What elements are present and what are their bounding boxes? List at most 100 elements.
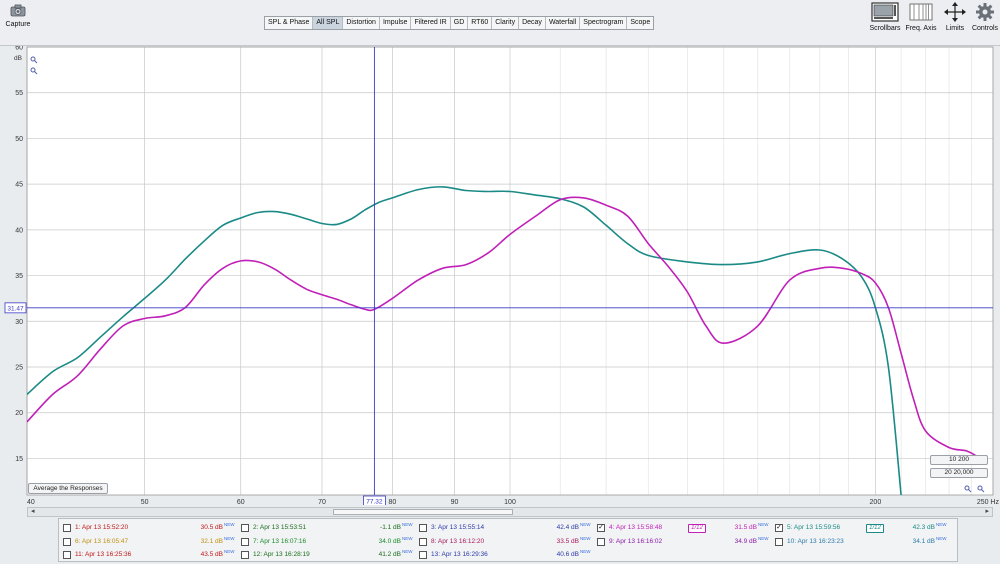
measurement-label[interactable]: 7: Apr 13 16:07:16 bbox=[253, 538, 306, 545]
x-tick-label: 200 bbox=[870, 499, 882, 505]
new-badge: NEW bbox=[580, 522, 591, 527]
new-badge: NEW bbox=[758, 522, 769, 527]
range-10-200-button[interactable]: 10 200 bbox=[930, 455, 988, 465]
tab-distortion[interactable]: Distortion bbox=[343, 17, 380, 29]
x-tick-label: 250 Hz bbox=[977, 499, 1000, 505]
measurement-label[interactable]: 6: Apr 13 16:05:47 bbox=[75, 538, 128, 545]
spl-graph[interactable]: 15 20 25 30 35 40 45 50 55 60 40 50 60 70 80 90 100 200 2… bbox=[0, 46, 1000, 505]
y-tick-label: 55 bbox=[15, 90, 23, 97]
new-badge: NEW bbox=[402, 536, 413, 541]
tab-gd[interactable]: GD bbox=[451, 17, 469, 29]
measurement-level: 41.2 dB bbox=[378, 551, 401, 558]
new-badge: NEW bbox=[936, 536, 947, 541]
measurement-checkbox[interactable] bbox=[63, 524, 71, 532]
scroll-left-arrow-icon[interactable]: ◂ bbox=[31, 507, 35, 515]
tab-filtered-ir[interactable]: Filtered IR bbox=[411, 17, 451, 29]
controls-button[interactable]: Controls bbox=[970, 2, 1000, 32]
measurement-checkbox[interactable] bbox=[241, 551, 249, 559]
tab-rt60[interactable]: RT60 bbox=[468, 17, 493, 29]
measurement-checkbox[interactable] bbox=[419, 551, 427, 559]
tab-all-spl[interactable]: All SPL bbox=[313, 17, 344, 29]
y-tick-label: 50 bbox=[15, 136, 23, 143]
capture-label: Capture bbox=[5, 21, 31, 28]
freq-axis-button[interactable]: Freq. Axis bbox=[902, 2, 940, 32]
measurement-checkbox[interactable]: ✓ bbox=[597, 524, 605, 532]
measurement-label[interactable]: 2: Apr 13 15:53:51 bbox=[253, 524, 306, 531]
tab-impulse[interactable]: Impulse bbox=[380, 17, 412, 29]
scroll-right-arrow-icon[interactable]: ▸ bbox=[985, 507, 989, 515]
scrollbars-button[interactable]: Scrollbars bbox=[866, 2, 904, 32]
measurement-level: 42.3 dB bbox=[912, 524, 935, 531]
measurement-checkbox[interactable] bbox=[419, 524, 427, 532]
measurement-level: 34.9 dB bbox=[734, 538, 757, 545]
new-badge: NEW bbox=[580, 536, 591, 541]
toolbar: Capture SPL & Phase All SPL Distortion Impu… bbox=[0, 0, 1000, 46]
average-responses-button[interactable]: Average the Responses bbox=[28, 483, 108, 494]
tab-decay[interactable]: Decay bbox=[519, 17, 546, 29]
x-tick-label: 60 bbox=[237, 499, 245, 505]
measurement-checkbox[interactable] bbox=[597, 538, 605, 546]
measurement-checkbox[interactable] bbox=[63, 551, 71, 559]
tab-scope[interactable]: Scope bbox=[627, 17, 653, 29]
measurement-checkbox[interactable] bbox=[63, 538, 71, 546]
x-axis-ticks: 40 50 60 70 80 90 100 200 250 Hz bbox=[27, 499, 999, 505]
measurement-label[interactable]: 3: Apr 13 15:55:14 bbox=[431, 524, 484, 531]
tab-clarity[interactable]: Clarity bbox=[492, 17, 520, 29]
measurement-label[interactable]: 4: Apr 13 15:58:48 bbox=[609, 524, 662, 531]
measurement-label[interactable]: 11: Apr 13 16:25:36 bbox=[75, 551, 131, 558]
y-tick-label: 40 bbox=[15, 227, 23, 234]
measurement-label[interactable]: 5: Apr 13 15:59:56 bbox=[787, 524, 840, 531]
measurement-level: 40.6 dB bbox=[556, 551, 579, 558]
measurement-checkbox[interactable] bbox=[419, 538, 427, 546]
capture-button[interactable]: Capture bbox=[3, 2, 33, 28]
new-badge: NEW bbox=[402, 522, 413, 527]
y-tick-label: 25 bbox=[15, 365, 23, 372]
scroll-thumb[interactable] bbox=[333, 509, 513, 515]
measurement-level: 30.5 dB bbox=[200, 524, 223, 531]
measurement-label[interactable]: 9: Apr 13 16:16:02 bbox=[609, 538, 662, 545]
controls-label: Controls bbox=[971, 25, 999, 32]
gear-icon bbox=[976, 3, 994, 21]
tab-spl-phase[interactable]: SPL & Phase bbox=[265, 17, 314, 29]
tab-spectrogram[interactable]: Spectrogram bbox=[580, 17, 628, 29]
y-tick-label: 30 bbox=[15, 319, 23, 326]
x-tick-label: 40 bbox=[27, 499, 35, 505]
new-badge: NEW bbox=[936, 522, 947, 527]
measurement-legend: 1: Apr 13 15:52:20 30.5 dB NEW 2: Apr 13 15… bbox=[58, 518, 958, 562]
limits-arrows-icon bbox=[944, 2, 966, 22]
measurement-level: 34.1 dB bbox=[912, 538, 935, 545]
x-tick-label: 70 bbox=[318, 499, 326, 505]
horizontal-scrollbar[interactable]: ◂ ▸ bbox=[27, 507, 993, 517]
measurement-checkbox[interactable] bbox=[241, 538, 249, 546]
y-tick-label: 45 bbox=[15, 182, 23, 189]
freq-axis-label: Freq. Axis bbox=[905, 25, 937, 32]
cursor-x-readout: 77.32 bbox=[366, 499, 383, 506]
smoothing-badge: 1/12 bbox=[866, 524, 884, 533]
measurement-level: -1.1 dB bbox=[380, 524, 401, 531]
limits-label: Limits bbox=[945, 25, 965, 32]
measurement-checkbox[interactable] bbox=[241, 524, 249, 532]
y-tick-label: 20 bbox=[15, 410, 23, 417]
y-tick-label: 35 bbox=[15, 273, 23, 280]
tab-waterfall[interactable]: Waterfall bbox=[546, 17, 581, 29]
scrollbars-icon bbox=[871, 2, 899, 22]
measurement-level: 42.4 dB bbox=[556, 524, 579, 531]
camera-icon bbox=[10, 4, 26, 17]
limits-button[interactable]: Limits bbox=[940, 2, 970, 32]
measurement-label[interactable]: 12: Apr 13 16:28:19 bbox=[253, 551, 310, 558]
measurement-checkbox[interactable] bbox=[775, 538, 783, 546]
measurement-level: 31.5 dB bbox=[734, 524, 757, 531]
y-tick-label: 15 bbox=[15, 456, 23, 463]
new-badge: NEW bbox=[224, 536, 235, 541]
y-axis-unit: dB bbox=[14, 55, 22, 62]
measurement-label[interactable]: 1: Apr 13 15:52:20 bbox=[75, 524, 128, 531]
measurement-label[interactable]: 13: Apr 13 16:29:36 bbox=[431, 551, 488, 558]
measurement-label[interactable]: 10: Apr 13 16:23:23 bbox=[787, 538, 844, 545]
range-20-20000-button[interactable]: 20 20,000 bbox=[930, 468, 988, 478]
new-badge: NEW bbox=[402, 549, 413, 554]
measurement-label[interactable]: 8: Apr 13 16:12:20 bbox=[431, 538, 484, 545]
measurement-level: 43.5 dB bbox=[200, 551, 223, 558]
new-badge: NEW bbox=[224, 522, 235, 527]
measurement-checkbox[interactable]: ✓ bbox=[775, 524, 783, 532]
x-tick-label: 50 bbox=[141, 499, 149, 505]
